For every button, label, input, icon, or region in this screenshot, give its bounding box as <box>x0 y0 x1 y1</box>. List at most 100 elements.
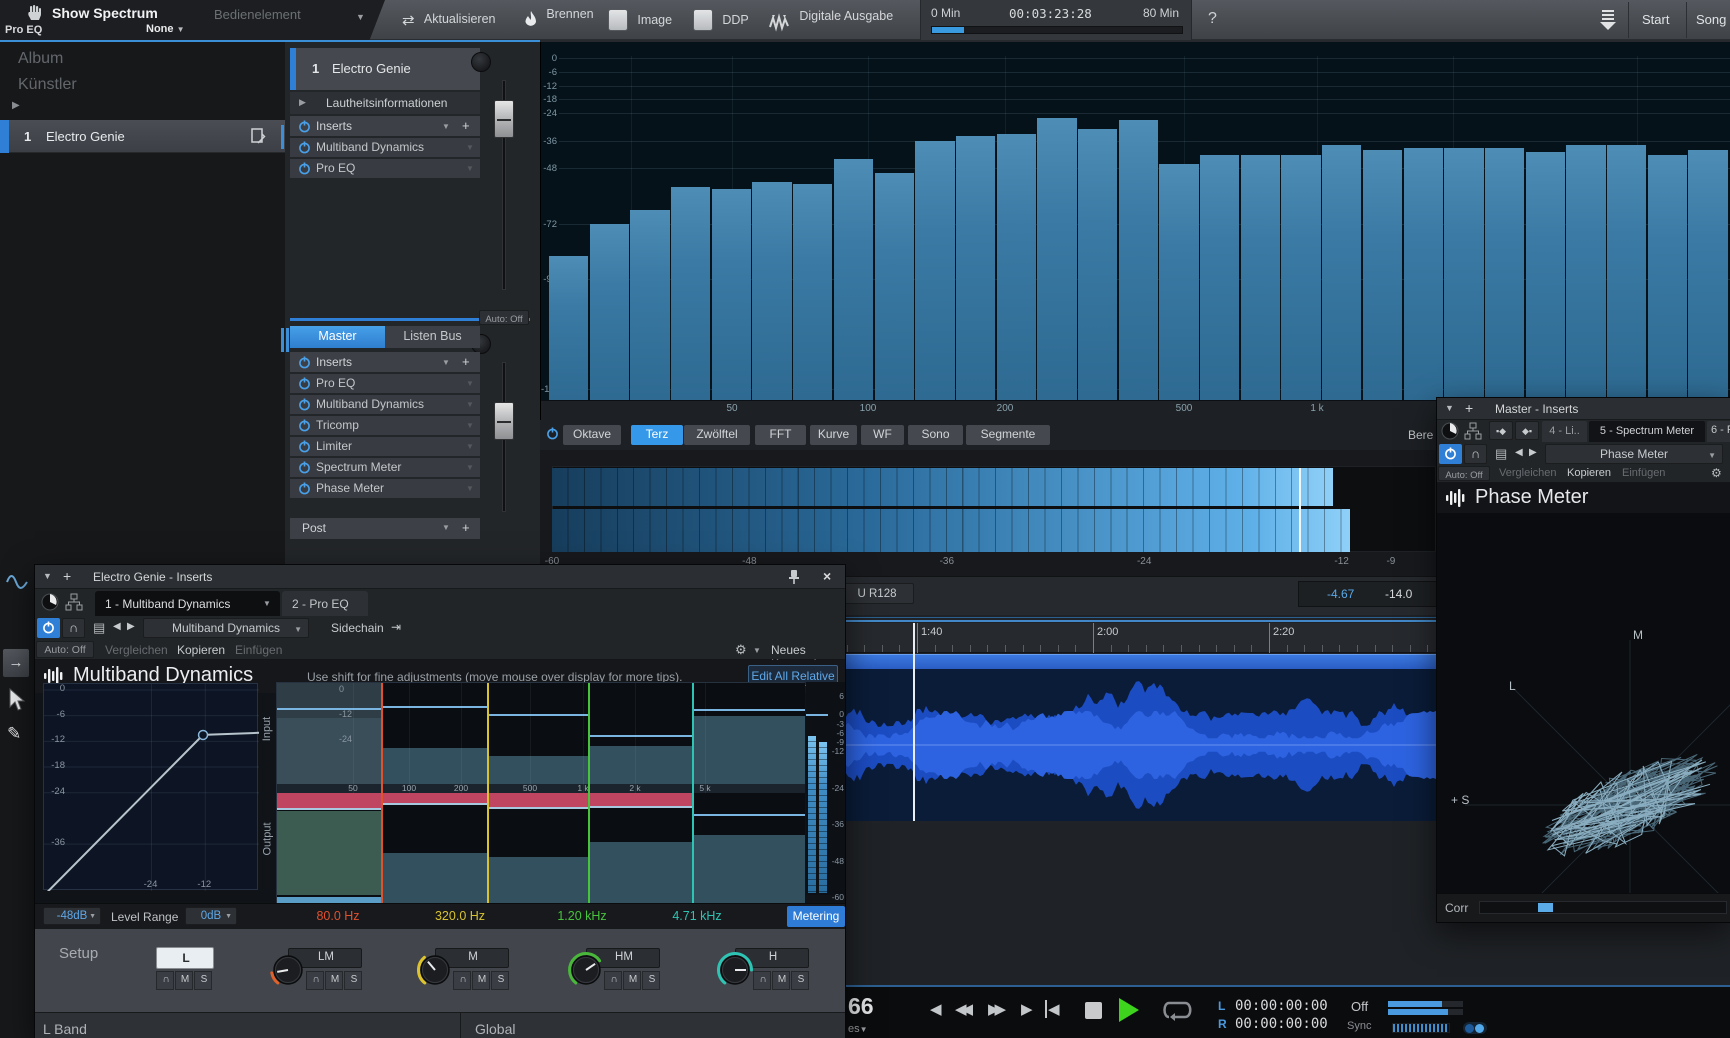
expand-icon[interactable]: ▼ <box>466 143 474 152</box>
loop-r-time[interactable]: 00:00:00:00 <box>1235 1016 1328 1032</box>
gear-caret-icon[interactable]: ▼ <box>753 646 761 655</box>
crossover-divider[interactable] <box>588 683 590 906</box>
preset-prev-icon[interactable]: ◀ <box>1515 447 1523 458</box>
ebu-r128-button[interactable]: U R128 <box>840 583 914 604</box>
crossover-freq-readout[interactable]: 80.0 Hz <box>298 909 378 923</box>
vergleichen-button[interactable]: Vergleichen <box>1499 467 1557 479</box>
help-button[interactable]: ? <box>1208 10 1217 28</box>
crossover-freq-readout[interactable]: 4.71 kHz <box>657 909 737 923</box>
preset-list-icon[interactable]: ▤ <box>93 620 105 636</box>
expand-icon[interactable]: ▼ <box>466 164 474 173</box>
window-collapse-icon[interactable]: ▼ <box>43 571 52 581</box>
vergleichen-button[interactable]: Vergleichen <box>105 643 168 657</box>
window-add-icon[interactable]: + <box>63 568 71 584</box>
band-gain-knob-H[interactable] <box>716 951 754 989</box>
input-threshold-line[interactable] <box>277 708 382 710</box>
track-name[interactable]: Electro Genie <box>46 129 125 144</box>
fader-handle-master[interactable] <box>494 402 514 440</box>
inserts-header-row[interactable]: Inserts▼+ <box>290 116 480 136</box>
transport-unit[interactable]: es▼ <box>848 1023 868 1035</box>
window-collapse-icon[interactable]: ▼ <box>1445 403 1454 413</box>
crossover-divider[interactable] <box>381 683 383 906</box>
band-select-box-L[interactable]: L <box>156 947 214 969</box>
spectrum-tab-oktave[interactable]: Oktave <box>563 425 621 445</box>
image-button[interactable]: Image <box>608 9 672 34</box>
channel-header[interactable]: 1 Electro Genie <box>290 48 480 90</box>
transfer-curve-graph[interactable] <box>43 683 258 890</box>
album-label[interactable]: Album <box>18 50 63 68</box>
input-threshold-line[interactable] <box>382 706 488 708</box>
kopieren-button[interactable]: Kopieren <box>177 643 225 657</box>
pan-knob-track[interactable] <box>471 52 491 72</box>
band-listen-button[interactable]: ∩ <box>156 971 174 990</box>
brennen-button[interactable]: Brennen <box>524 7 594 32</box>
forward-button[interactable]: ▶▶ <box>988 1000 1001 1018</box>
routing-knob-icon[interactable] <box>41 593 59 611</box>
einfuegen-button[interactable]: Einfügen <box>235 643 282 657</box>
preset-dropdown[interactable]: Phase Meter ▼ <box>1545 444 1723 464</box>
auto-mode-button[interactable]: Auto: Off <box>36 641 94 658</box>
return-to-zero-button[interactable]: ◀ <box>1045 1000 1060 1018</box>
power-icon[interactable] <box>298 460 311 474</box>
power-icon[interactable] <box>298 161 311 175</box>
monitor-toggle[interactable] <box>1463 1022 1487 1034</box>
expand-icon[interactable]: ▼ <box>466 400 474 409</box>
crossover-freq-readout[interactable]: 320.0 Hz <box>420 909 500 923</box>
collapse-icon[interactable]: ▼ <box>442 122 450 131</box>
band-solo-button[interactable]: S <box>491 971 509 990</box>
song-page-button[interactable]: Song <box>1696 12 1726 27</box>
insert-row[interactable]: Phase Meter▼ <box>290 479 480 498</box>
spectrum-tab-kurve[interactable]: Kurve <box>810 425 857 445</box>
bus-tab-listen-bus[interactable]: Listen Bus <box>385 326 480 348</box>
loop-button[interactable] <box>1161 996 1195 1024</box>
collapse-icon[interactable]: ▼ <box>442 358 450 367</box>
macro-none-dropdown[interactable]: None ▼ <box>146 23 184 35</box>
post-row[interactable]: Post ▼ + <box>290 518 480 539</box>
power-icon[interactable] <box>298 418 311 432</box>
mbd-insert-tab-2[interactable]: 2 - Pro EQ <box>282 591 368 616</box>
band-mute-button[interactable]: M <box>772 971 790 990</box>
spectrum-tab-wf[interactable]: WF <box>861 425 904 445</box>
power-icon[interactable] <box>298 397 311 411</box>
expand-icon[interactable]: ▼ <box>466 463 474 472</box>
insert-row[interactable]: Tricomp▼ <box>290 416 480 435</box>
sidechain-input-icon[interactable]: ⇥ <box>391 620 401 634</box>
input-threshold-line[interactable] <box>589 735 693 737</box>
kopieren-button[interactable]: Kopieren <box>1567 467 1611 479</box>
control-link-panel[interactable]: Show Spectrum Pro EQ None ▼ Bedienelemen… <box>0 0 385 40</box>
preset-list-icon[interactable]: ▤ <box>1495 446 1507 462</box>
preset-dropdown[interactable]: Multiband Dynamics ▼ <box>143 618 309 638</box>
level-range-high-dropdown[interactable]: 0dB ▼ <box>185 907 237 925</box>
power-icon[interactable] <box>298 481 311 495</box>
band-listen-button[interactable]: ∩ <box>306 971 324 990</box>
power-icon[interactable] <box>298 355 311 369</box>
window-add-icon[interactable]: + <box>1465 400 1473 416</box>
add-insert-icon[interactable]: + <box>462 354 470 369</box>
phase-tab-6[interactable]: 6 - P <box>1707 421 1730 442</box>
panel-dropdown-icon[interactable]: ▼ <box>356 12 365 22</box>
output-threshold-line[interactable] <box>693 814 805 816</box>
band-solo-button[interactable]: S <box>642 971 660 990</box>
expand-icon[interactable]: ▼ <box>466 421 474 430</box>
collapse-icon[interactable]: ▼ <box>442 523 450 532</box>
play-button[interactable] <box>1119 998 1139 1022</box>
input-threshold-line[interactable] <box>488 714 589 716</box>
band-gain-knob-LM[interactable] <box>269 951 307 989</box>
output-threshold-line[interactable] <box>277 808 382 810</box>
channel-routing-icon[interactable] <box>1464 422 1482 440</box>
auto-mode-button[interactable]: Auto: Off <box>1438 466 1490 481</box>
band-listen-button[interactable]: ∩ <box>753 971 771 990</box>
playhead[interactable] <box>913 623 915 821</box>
spectrum-tab-sono[interactable]: Sono <box>908 425 963 445</box>
channel-routing-icon[interactable] <box>65 593 83 611</box>
preset-prev-icon[interactable]: ◀ <box>113 621 121 632</box>
expand-icon[interactable]: ▼ <box>466 379 474 388</box>
band-listen-button[interactable]: ∩ <box>604 971 622 990</box>
loop-l-time[interactable]: 00:00:00:00 <box>1235 998 1328 1014</box>
preset-next-icon[interactable]: ▶ <box>1529 447 1537 458</box>
phase-title-bar[interactable]: ▼ + Master - Inserts <box>1437 398 1730 420</box>
rewind-button[interactable]: ◀◀ <box>955 1000 968 1018</box>
next-marker-button[interactable]: ▶ <box>1021 1000 1033 1018</box>
sidechain-label[interactable]: Sidechain <box>331 621 384 635</box>
lautheit-row[interactable]: ▶ Lautheitsinformationen <box>290 92 480 114</box>
